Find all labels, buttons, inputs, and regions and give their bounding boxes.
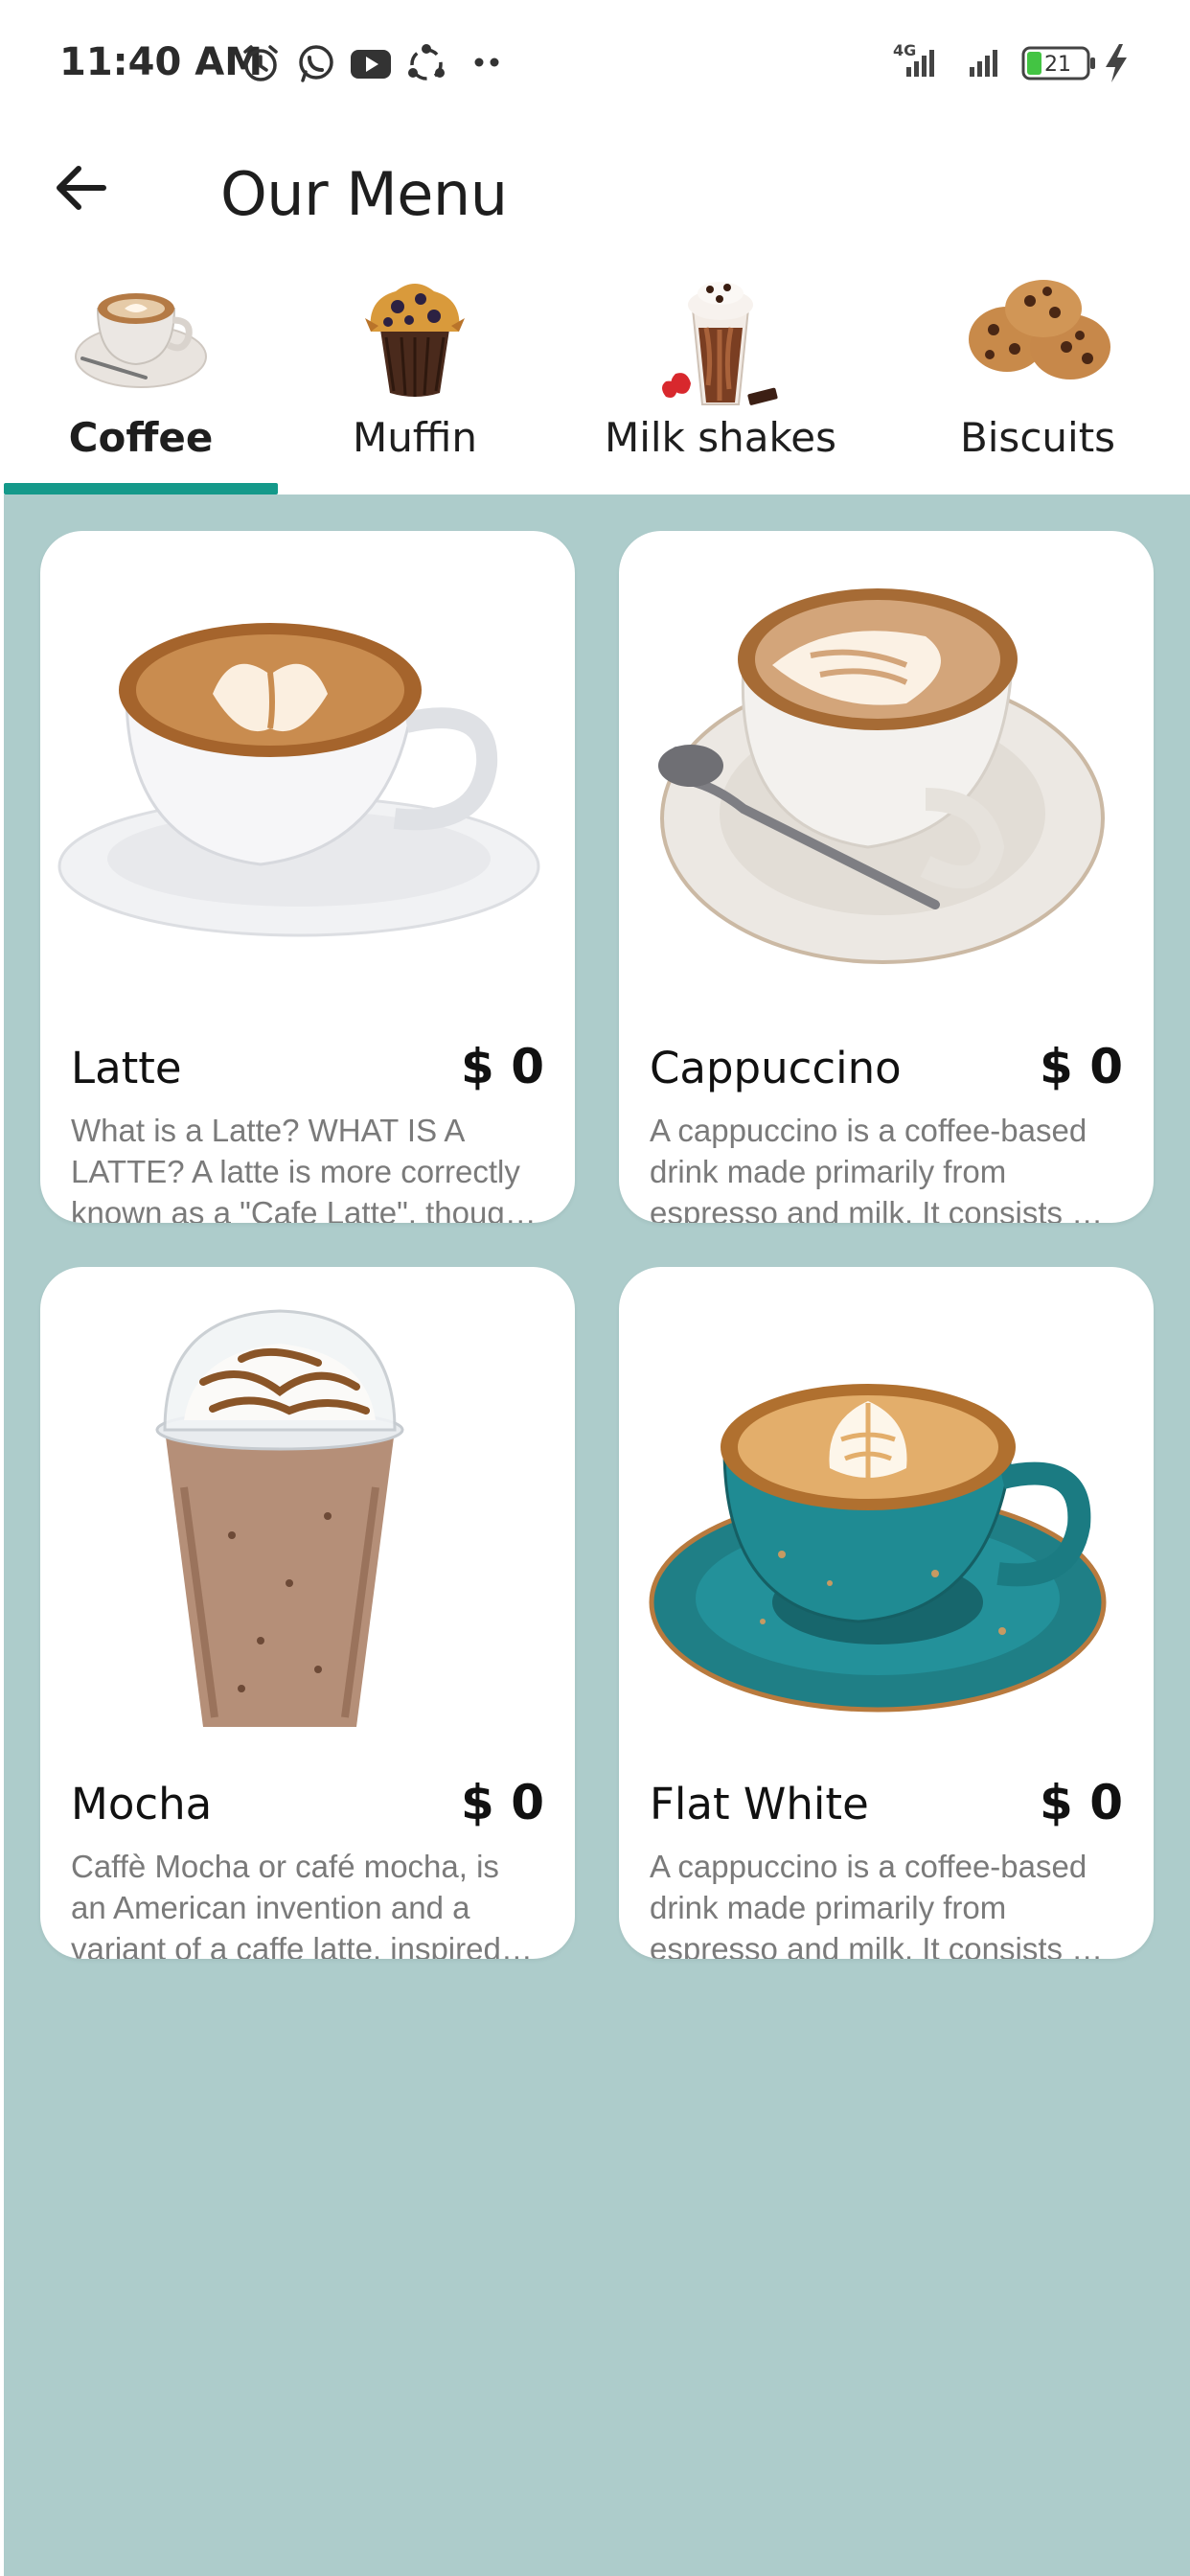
product-grid: Latte $ 0 What is a Latte? WHAT IS A LAT… bbox=[4, 494, 1190, 2576]
cappuccino-image bbox=[658, 588, 1105, 964]
product-name: Mocha bbox=[71, 1779, 213, 1829]
category-tabs: Coffee Muffin Milk shakes Biscuits bbox=[0, 261, 1190, 494]
charging-icon bbox=[1106, 44, 1127, 82]
youtube-icon bbox=[349, 42, 393, 89]
tab-milk-shakes[interactable]: Milk shakes bbox=[552, 261, 889, 494]
product-description: What is a Latte? WHAT IS A LATTE? A latt… bbox=[71, 1113, 537, 1223]
network-label: 4G bbox=[893, 41, 916, 59]
latte-image bbox=[57, 623, 540, 937]
back-button[interactable] bbox=[48, 153, 117, 222]
milkshake-image bbox=[662, 282, 778, 405]
muffin-image bbox=[365, 284, 465, 397]
app-icon bbox=[404, 42, 448, 91]
product-card-cappuccino[interactable]: Cappuccino $ 0 A cappuccino is a coffee-… bbox=[619, 531, 1154, 1223]
product-description: A cappuccino is a coffee-based drink mad… bbox=[650, 1849, 1104, 1959]
alarm-icon bbox=[240, 42, 282, 89]
product-description: Caffè Mocha or café mocha, is an America… bbox=[71, 1849, 533, 1959]
tab-label: Muffin bbox=[352, 414, 478, 461]
status-time: 11:40 AM bbox=[59, 40, 263, 84]
tab-label: Milk shakes bbox=[604, 414, 837, 461]
signal-icon-2 bbox=[970, 50, 997, 77]
product-card-flat-white[interactable]: Flat White $ 0 A cappuccino is a coffee-… bbox=[619, 1267, 1154, 1959]
more-dots-icon bbox=[473, 56, 502, 73]
battery-level: 21 bbox=[1044, 53, 1071, 77]
flat-white-image bbox=[649, 1384, 1107, 1713]
app-bar: Our Menu bbox=[0, 125, 1190, 259]
product-name: Latte bbox=[71, 1043, 182, 1093]
tab-coffee[interactable]: Coffee bbox=[4, 261, 278, 494]
product-price: $ 0 bbox=[1040, 1039, 1123, 1094]
mocha-image bbox=[155, 1309, 404, 1727]
product-description: A cappuccino is a coffee-based drink mad… bbox=[650, 1113, 1104, 1223]
tab-indicator bbox=[4, 483, 278, 494]
product-price: $ 0 bbox=[461, 1039, 544, 1094]
whatsapp-icon bbox=[295, 42, 337, 89]
tab-label: Biscuits bbox=[959, 414, 1116, 461]
coffee-cup-image bbox=[75, 293, 207, 388]
screen: 11:40 AM 4G 21 Our Menu Coffee Muffin Mi… bbox=[0, 0, 1190, 2576]
product-price: $ 0 bbox=[1040, 1775, 1123, 1830]
product-card-latte[interactable]: Latte $ 0 What is a Latte? WHAT IS A LAT… bbox=[40, 531, 575, 1223]
product-card-mocha[interactable]: Mocha $ 0 Caffè Mocha or café mocha, is … bbox=[40, 1267, 575, 1959]
cookies-image bbox=[969, 280, 1110, 380]
signal-battery-icons: 4G 21 bbox=[893, 41, 1127, 82]
arrow-left-icon bbox=[57, 166, 106, 210]
tab-muffin[interactable]: Muffin bbox=[278, 261, 552, 494]
status-right-group: 4G 21 bbox=[893, 38, 1152, 86]
status-bar: 11:40 AM 4G 21 bbox=[0, 0, 1190, 125]
page-title: Our Menu bbox=[220, 159, 508, 229]
tab-biscuits[interactable]: Biscuits bbox=[889, 261, 1186, 494]
product-price: $ 0 bbox=[461, 1775, 544, 1830]
product-name: Cappuccino bbox=[650, 1043, 902, 1093]
battery-icon: 21 bbox=[1021, 46, 1095, 80]
tab-label: Coffee bbox=[68, 414, 214, 461]
product-name: Flat White bbox=[650, 1779, 869, 1829]
